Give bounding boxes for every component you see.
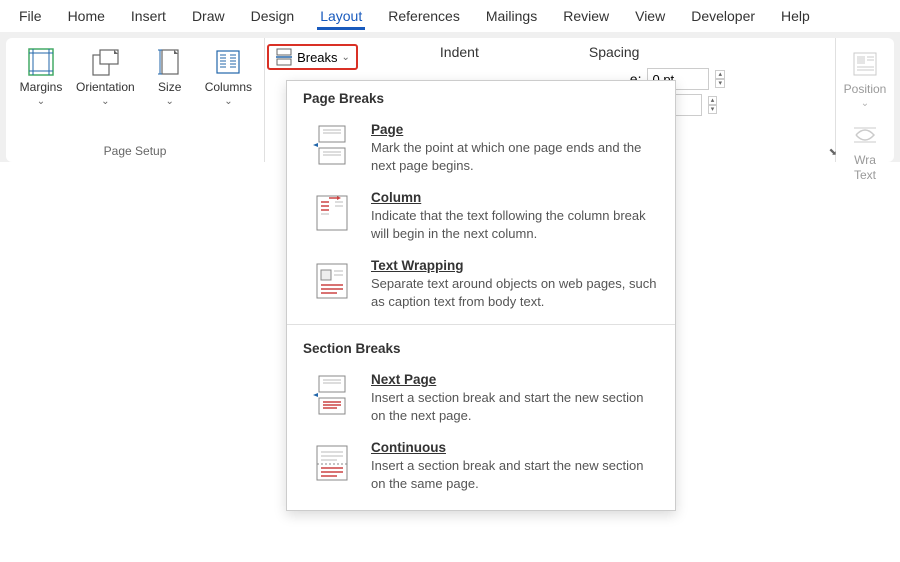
menu-view[interactable]: View bbox=[622, 3, 678, 29]
orientation-icon bbox=[89, 46, 121, 78]
break-column-desc: Indicate that the text following the col… bbox=[371, 207, 659, 242]
column-break-icon bbox=[309, 190, 355, 236]
size-label: Size bbox=[158, 80, 181, 94]
menu-bar: File Home Insert Draw Design Layout Refe… bbox=[0, 0, 900, 32]
menu-file[interactable]: File bbox=[6, 3, 55, 29]
wrap-text-icon bbox=[849, 119, 881, 151]
menu-home[interactable]: Home bbox=[55, 3, 118, 29]
columns-icon bbox=[212, 46, 244, 78]
menu-insert[interactable]: Insert bbox=[118, 3, 179, 29]
break-page-title: Page bbox=[371, 122, 659, 137]
indent-label: Indent bbox=[440, 44, 479, 60]
position-icon bbox=[849, 48, 881, 80]
page-setup-group-label: Page Setup bbox=[16, 142, 254, 160]
break-column-item[interactable]: Column Indicate that the text following … bbox=[287, 182, 675, 250]
break-text-wrapping-desc: Separate text around objects on web page… bbox=[371, 275, 659, 310]
margins-button[interactable]: Margins ⌄ bbox=[16, 42, 66, 111]
menu-references[interactable]: References bbox=[375, 3, 473, 29]
spacing-before-spinner[interactable]: ▴▾ bbox=[715, 70, 725, 88]
menu-design[interactable]: Design bbox=[238, 3, 308, 29]
text-wrapping-break-icon bbox=[309, 258, 355, 304]
chevron-down-icon: ⌄ bbox=[861, 98, 869, 109]
margins-icon bbox=[25, 46, 57, 78]
margins-label: Margins bbox=[20, 80, 63, 94]
menu-review[interactable]: Review bbox=[550, 3, 622, 29]
breaks-icon bbox=[275, 48, 293, 66]
chevron-down-icon: ⌄ bbox=[224, 96, 232, 107]
orientation-label: Orientation bbox=[76, 80, 135, 94]
spacing-label: Spacing bbox=[589, 44, 640, 60]
chevron-down-icon: ⌄ bbox=[166, 96, 174, 107]
break-continuous-title: Continuous bbox=[371, 440, 659, 455]
chevron-down-icon: ⌄ bbox=[101, 96, 109, 107]
continuous-break-icon bbox=[309, 440, 355, 486]
columns-label: Columns bbox=[205, 80, 252, 94]
position-label: Position bbox=[844, 82, 887, 96]
break-page-desc: Mark the point at which one page ends an… bbox=[371, 139, 659, 174]
section-breaks-section: Section Breaks bbox=[287, 331, 675, 364]
menu-draw[interactable]: Draw bbox=[179, 3, 238, 29]
menu-layout[interactable]: Layout bbox=[307, 3, 375, 29]
page-break-icon bbox=[309, 122, 355, 168]
page-setup-group: Margins ⌄ Orientation ⌄ Size ⌄ bbox=[6, 38, 265, 162]
breaks-dropdown: Page Breaks Page Mark the point at which… bbox=[286, 80, 676, 511]
position-button[interactable]: Position ⌄ bbox=[840, 44, 890, 113]
columns-button[interactable]: Columns ⌄ bbox=[203, 42, 254, 111]
break-continuous-item[interactable]: Continuous Insert a section break and st… bbox=[287, 432, 675, 500]
wrap-text-button[interactable]: Wra Text bbox=[840, 115, 890, 186]
chevron-down-icon: ⌄ bbox=[342, 52, 350, 63]
break-next-page-title: Next Page bbox=[371, 372, 659, 387]
orientation-button[interactable]: Orientation ⌄ bbox=[74, 42, 137, 111]
break-column-title: Column bbox=[371, 190, 659, 205]
chevron-down-icon: ⌄ bbox=[37, 96, 45, 107]
dropdown-divider bbox=[287, 324, 675, 325]
wrap-text-label: Wra Text bbox=[854, 153, 876, 182]
spacing-after-spinner[interactable]: ▴▾ bbox=[708, 96, 718, 114]
menu-help[interactable]: Help bbox=[768, 3, 823, 29]
size-button[interactable]: Size ⌄ bbox=[145, 42, 195, 111]
break-text-wrapping-title: Text Wrapping bbox=[371, 258, 659, 273]
menu-developer[interactable]: Developer bbox=[678, 3, 768, 29]
break-page-item[interactable]: Page Mark the point at which one page en… bbox=[287, 114, 675, 182]
size-icon bbox=[154, 46, 186, 78]
page-breaks-section: Page Breaks bbox=[287, 81, 675, 114]
break-next-page-desc: Insert a section break and start the new… bbox=[371, 389, 659, 424]
break-next-page-item[interactable]: Next Page Insert a section break and sta… bbox=[287, 364, 675, 432]
break-continuous-desc: Insert a section break and start the new… bbox=[371, 457, 659, 492]
next-page-break-icon bbox=[309, 372, 355, 418]
menu-mailings[interactable]: Mailings bbox=[473, 3, 550, 29]
breaks-label: Breaks bbox=[297, 50, 337, 65]
breaks-button[interactable]: Breaks ⌄ bbox=[267, 44, 358, 70]
break-text-wrapping-item[interactable]: Text Wrapping Separate text around objec… bbox=[287, 250, 675, 318]
arrange-group: Position ⌄ Wra Text bbox=[835, 38, 894, 162]
